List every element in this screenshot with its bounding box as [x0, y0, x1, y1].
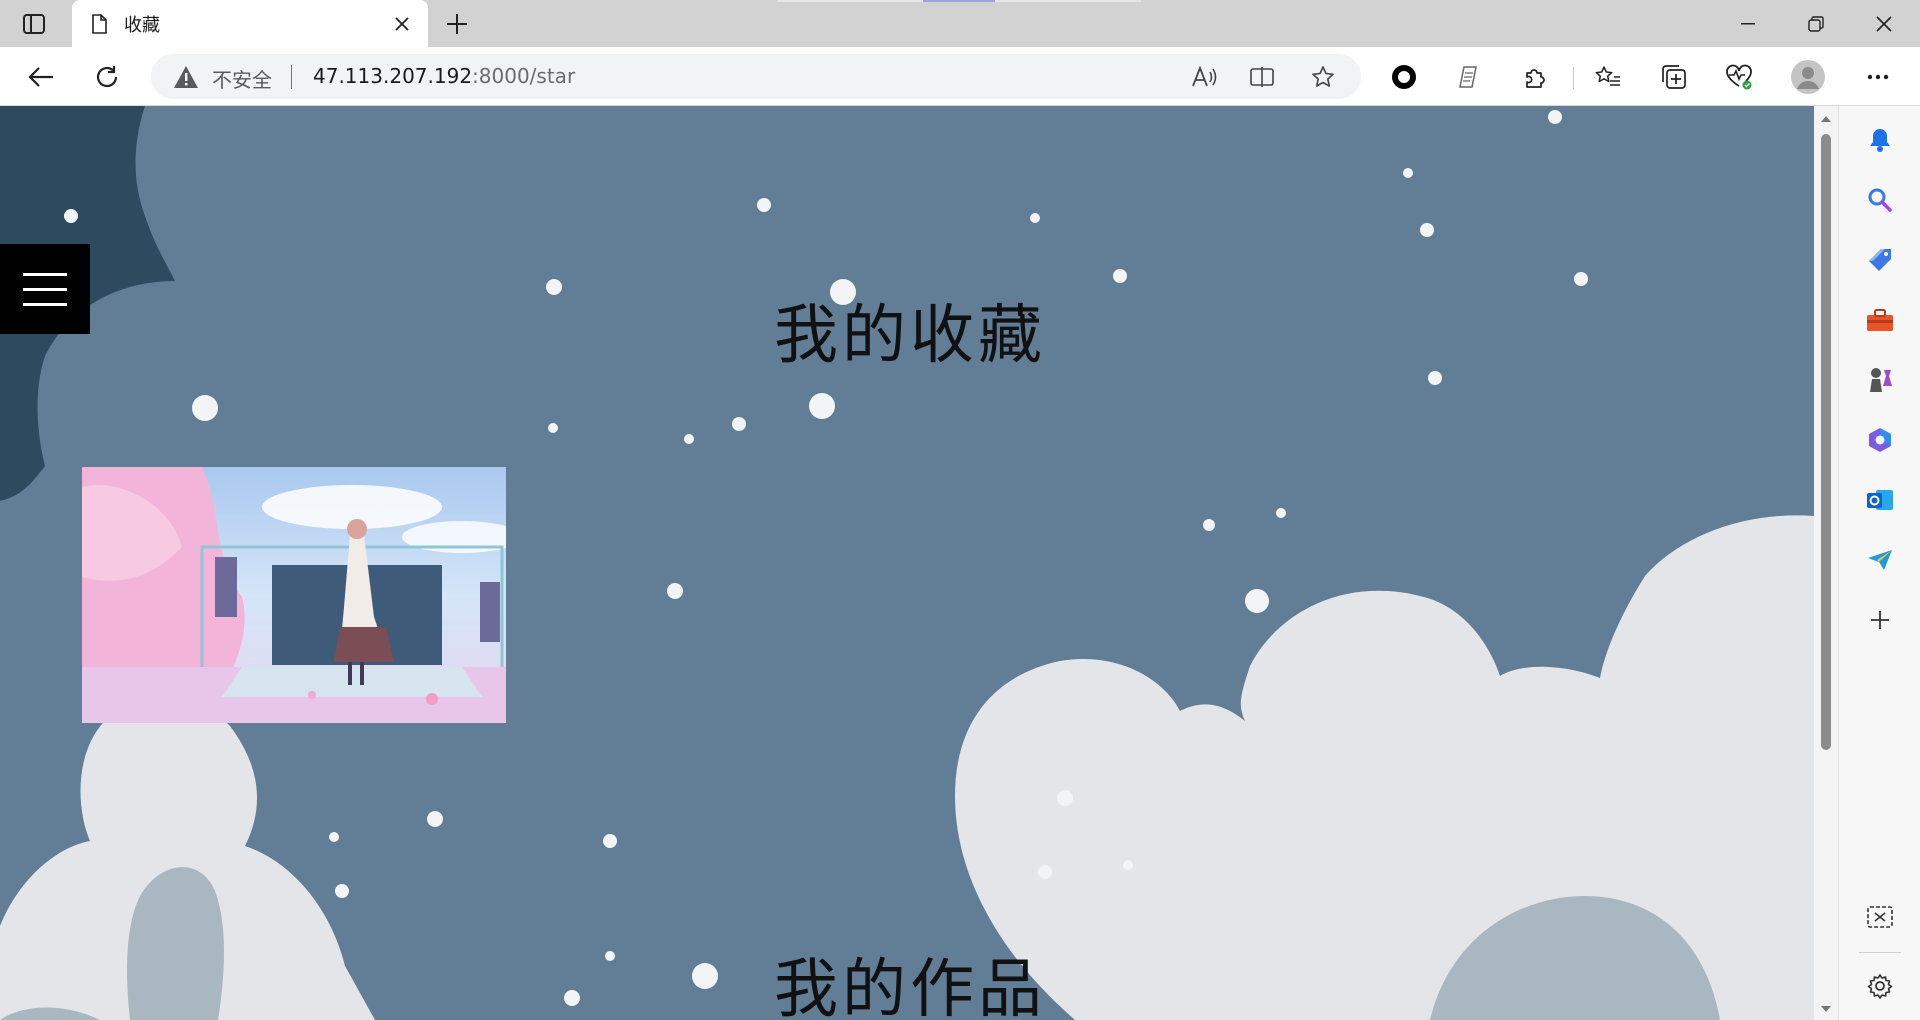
sidebar-settings-button[interactable]	[1860, 966, 1900, 1006]
sidebar-add-button[interactable]	[1860, 600, 1900, 640]
split-screen-button[interactable]	[1245, 61, 1279, 93]
sidebar-tools-button[interactable]	[1860, 300, 1900, 340]
toolbar-divider	[1573, 67, 1574, 89]
avatar-icon	[1791, 60, 1825, 94]
sidebar-outlook-button[interactable]	[1860, 480, 1900, 520]
screenshot-icon	[1867, 906, 1893, 928]
plus-icon	[1871, 611, 1889, 629]
active-tab[interactable]: 收藏	[72, 0, 428, 47]
extension-notes-button[interactable]	[1450, 58, 1488, 96]
read-aloud-button[interactable]	[1187, 61, 1221, 93]
extension-circle-button[interactable]	[1385, 58, 1423, 96]
bell-icon	[1870, 129, 1890, 152]
collections-button[interactable]	[1655, 58, 1693, 96]
sidebar-office-button[interactable]	[1860, 420, 1900, 460]
restore-button[interactable]	[1782, 0, 1850, 47]
back-arrow-icon	[28, 67, 53, 87]
settings-more-button[interactable]	[1859, 58, 1897, 96]
add-favorite-button[interactable]	[1306, 61, 1340, 93]
tab-actions-icon	[23, 14, 45, 34]
close-window-button[interactable]	[1850, 0, 1918, 47]
sidebar-games-button[interactable]	[1860, 360, 1900, 400]
refresh-icon	[96, 66, 118, 88]
close-icon	[1876, 15, 1892, 32]
favorites-list-icon	[1595, 66, 1620, 86]
tab-title: 收藏	[124, 14, 160, 36]
collections-icon	[1662, 65, 1686, 89]
back-button[interactable]	[22, 58, 60, 96]
works-section-title: 我的作品	[774, 953, 1046, 1020]
address-bar[interactable]: 不安全 47.113.207.192:8000/star	[151, 54, 1361, 99]
office-icon	[1869, 428, 1891, 452]
search-icon	[1868, 188, 1892, 212]
sidebar-shopping-button[interactable]	[1860, 240, 1900, 280]
sidebar-divider	[1859, 952, 1901, 953]
scroll-down-arrow-icon[interactable]	[1820, 1004, 1832, 1014]
notes-icon	[1459, 66, 1477, 88]
sidebar-notifications-button[interactable]	[1860, 120, 1900, 160]
heart-pulse-icon	[1726, 64, 1752, 90]
split-screen-icon	[1250, 67, 1274, 87]
page-scrollbar[interactable]	[1814, 106, 1838, 1020]
edge-sidebar	[1838, 106, 1920, 1020]
hamburger-menu-button[interactable]	[0, 244, 90, 334]
sidebar-send-button[interactable]	[1860, 540, 1900, 580]
tab-close-button[interactable]	[388, 10, 416, 38]
refresh-button[interactable]	[88, 58, 126, 96]
gear-icon	[1867, 974, 1893, 999]
more-horizontal-icon	[1867, 74, 1889, 80]
tab-actions-button[interactable]	[18, 10, 50, 38]
scrollbar-thumb[interactable]	[1821, 134, 1831, 750]
close-icon	[395, 16, 409, 31]
page-viewport: 我的收藏 我的作品	[0, 106, 1814, 1020]
url-text[interactable]: 47.113.207.192:8000/star	[313, 64, 575, 88]
address-separator	[291, 65, 292, 89]
toolbox-icon	[1867, 309, 1893, 331]
chess-piece-icon	[1870, 368, 1892, 392]
favorites-section-title: 我的收藏	[774, 299, 1046, 373]
restore-icon	[1808, 15, 1824, 32]
url-path: :8000/star	[472, 64, 576, 88]
star-icon	[1312, 66, 1334, 87]
minimize-icon	[1741, 22, 1755, 24]
tab-strip: 收藏	[0, 0, 1920, 47]
page-icon	[92, 13, 107, 34]
minimize-button[interactable]	[1714, 0, 1782, 47]
sidebar-screenshot-button[interactable]	[1860, 897, 1900, 937]
paper-plane-icon	[1868, 550, 1892, 570]
favorites-button[interactable]	[1589, 58, 1627, 96]
new-tab-button[interactable]	[442, 9, 472, 39]
circle-record-icon	[1392, 65, 1416, 89]
drag-region-indicator	[778, 0, 1141, 2]
profile-button[interactable]	[1789, 58, 1827, 96]
warning-icon[interactable]	[173, 65, 199, 89]
outlook-icon	[1867, 490, 1893, 510]
tag-icon	[1869, 249, 1891, 271]
read-aloud-icon	[1192, 66, 1217, 87]
anime-stage-image	[82, 467, 506, 723]
plus-icon	[447, 14, 467, 34]
scroll-up-arrow-icon[interactable]	[1820, 114, 1832, 124]
url-host: 47.113.207.192	[313, 64, 473, 88]
sidebar-search-button[interactable]	[1860, 180, 1900, 220]
browser-essentials-button[interactable]	[1720, 58, 1758, 96]
extensions-button[interactable]	[1516, 58, 1554, 96]
favorite-item-thumbnail[interactable]	[82, 467, 506, 723]
security-label[interactable]: 不安全	[212, 64, 272, 93]
puzzle-icon	[1526, 69, 1545, 88]
browser-toolbar: 不安全 47.113.207.192:8000/star	[0, 47, 1920, 106]
